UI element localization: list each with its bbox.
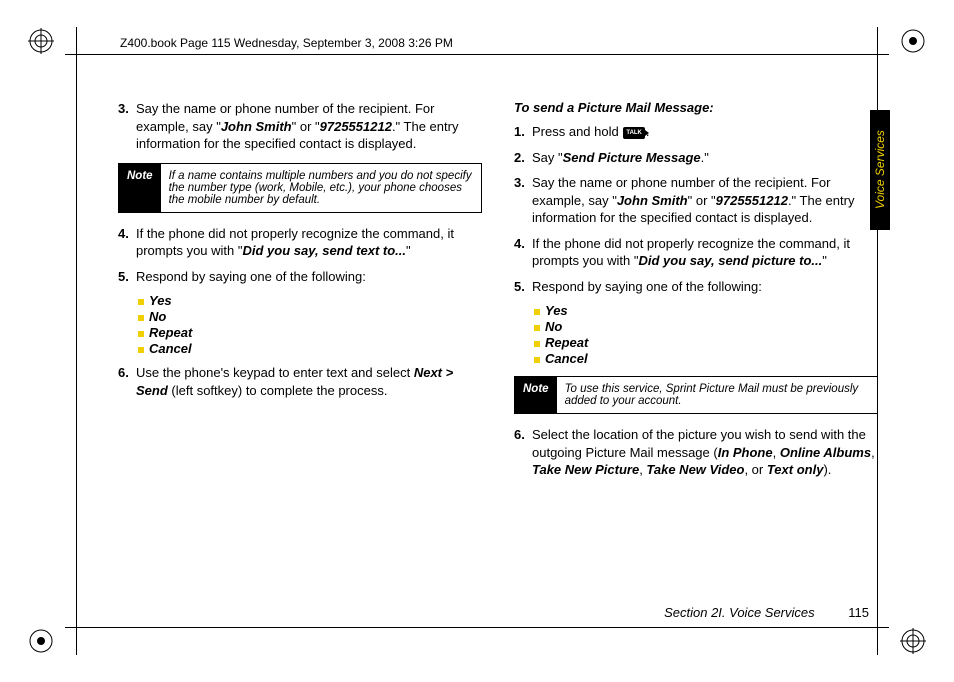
page-footer: Section 2I. Voice Services 115 — [664, 605, 869, 620]
step-1: 1. Press and hold TALK. — [514, 123, 878, 141]
step-3: 3. Say the name or phone number of the r… — [514, 174, 878, 227]
subsection-heading: To send a Picture Mail Message: — [514, 100, 878, 115]
left-rule — [76, 27, 77, 655]
bullet-icon — [138, 347, 144, 353]
step-6: 6. Select the location of the picture yo… — [514, 426, 878, 479]
talk-key-icon: TALK — [623, 127, 645, 139]
crop-mark-icon — [28, 628, 54, 654]
crop-mark-icon — [28, 28, 54, 54]
crop-mark-icon — [900, 28, 926, 54]
step-5: 5. Respond by saying one of the followin… — [118, 268, 482, 286]
list-item: Cancel — [534, 351, 878, 366]
right-column: To send a Picture Mail Message: 1. Press… — [514, 100, 878, 487]
section-label: Section 2I. Voice Services — [664, 605, 815, 620]
list-item: Repeat — [138, 325, 482, 340]
crop-mark-icon — [900, 628, 926, 654]
step-3: 3. Say the name or phone number of the r… — [118, 100, 482, 153]
bullet-icon — [534, 341, 540, 347]
bullet-icon — [138, 331, 144, 337]
list-item: Cancel — [138, 341, 482, 356]
list-item: Repeat — [534, 335, 878, 350]
option-list: Yes No Repeat Cancel — [138, 293, 482, 356]
note-box: Note If a name contains multiple numbers… — [118, 163, 482, 213]
bullet-icon — [534, 357, 540, 363]
option-list: Yes No Repeat Cancel — [534, 303, 878, 366]
note-box: Note To use this service, Sprint Picture… — [514, 376, 878, 414]
bottom-rule — [65, 627, 889, 628]
left-column: 3. Say the name or phone number of the r… — [118, 100, 482, 487]
step-6: 6. Use the phone's keypad to enter text … — [118, 364, 482, 399]
page-header: Z400.book Page 115 Wednesday, September … — [120, 36, 453, 50]
top-rule — [65, 54, 889, 55]
bullet-icon — [138, 299, 144, 305]
list-item: No — [534, 319, 878, 334]
step-5: 5. Respond by saying one of the followin… — [514, 278, 878, 296]
step-4: 4. If the phone did not properly recogni… — [514, 235, 878, 270]
step-4: 4. If the phone did not properly recogni… — [118, 225, 482, 260]
list-item: Yes — [138, 293, 482, 308]
list-item: Yes — [534, 303, 878, 318]
list-item: No — [138, 309, 482, 324]
bullet-icon — [138, 315, 144, 321]
page-number: 115 — [848, 605, 869, 620]
bullet-icon — [534, 325, 540, 331]
bullet-icon — [534, 309, 540, 315]
step-2: 2. Say "Send Picture Message." — [514, 149, 878, 167]
page-content: 3. Say the name or phone number of the r… — [118, 100, 878, 487]
